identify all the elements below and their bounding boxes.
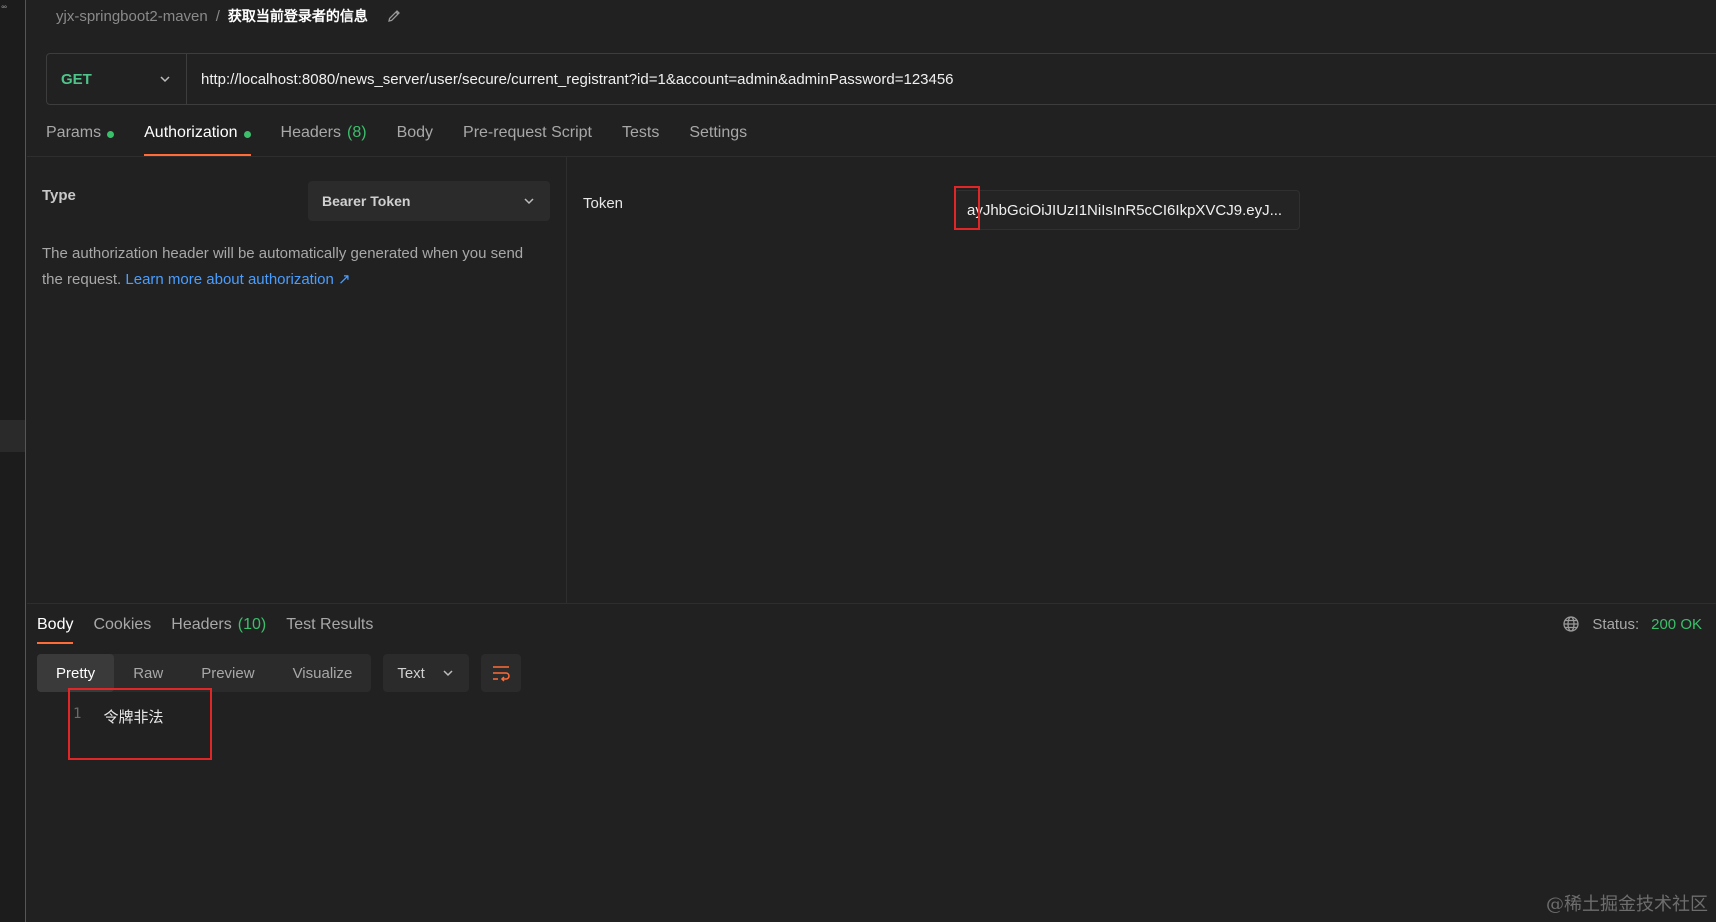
tab-count: (10) [237, 616, 267, 633]
auth-type-panel: Type Bearer Token The authorization head… [27, 157, 567, 603]
tab-label: Body [396, 124, 434, 141]
rail-item[interactable] [0, 420, 25, 452]
url-bar: GET [46, 53, 1716, 105]
view-mode-raw[interactable]: Raw [114, 654, 182, 692]
request-tabs: Params Authorization Headers (8) Body Pr… [46, 118, 747, 156]
view-mode-visualize[interactable]: Visualize [274, 654, 372, 692]
tab-headers[interactable]: Headers (8) [281, 118, 367, 156]
auth-type-label: Type [42, 187, 76, 204]
tab-body[interactable]: Body [397, 118, 433, 156]
auth-type-value: Bearer Token [322, 193, 411, 209]
tab-pre-request-script[interactable]: Pre-request Script [463, 118, 592, 156]
globe-icon[interactable] [1562, 615, 1580, 633]
breadcrumb-request-name[interactable]: 获取当前登录者的信息 [228, 6, 368, 26]
chevron-down-icon [158, 72, 172, 86]
left-rail: °° [0, 0, 26, 922]
chevron-down-icon [441, 666, 455, 680]
url-input[interactable] [187, 54, 1716, 104]
tab-tests[interactable]: Tests [622, 118, 659, 156]
tab-label: Cookies [93, 616, 152, 633]
response-body-text: 令牌非法 [103, 708, 164, 726]
auth-description: The authorization header will be automat… [42, 241, 542, 293]
wrap-lines-icon [490, 662, 512, 684]
tab-label: Headers [171, 616, 232, 633]
tab-response-body[interactable]: Body [37, 612, 74, 644]
tab-label: Test Results [286, 616, 374, 633]
method-select[interactable]: GET [47, 54, 187, 104]
tab-count: (8) [347, 124, 367, 141]
tab-label: Pre-request Script [463, 124, 592, 141]
view-mode-preview[interactable]: Preview [182, 654, 273, 692]
token-label: Token [583, 195, 624, 212]
tab-label: Authorization [144, 124, 238, 141]
response-tabs: Body Cookies Headers (10) Test Results [37, 612, 373, 644]
response-toolbar: Pretty Raw Preview Visualize Text [37, 654, 522, 692]
tab-params[interactable]: Params [46, 118, 115, 156]
breadcrumb-collection[interactable]: yjx-springboot2-maven [56, 8, 208, 25]
learn-more-link[interactable]: Learn more about authorization ↗ [125, 271, 350, 288]
tab-test-results[interactable]: Test Results [286, 612, 373, 644]
tab-response-headers[interactable]: Headers (10) [171, 612, 266, 644]
format-select[interactable]: Text [383, 654, 470, 692]
tab-label: Params [46, 124, 102, 141]
tab-label: Headers [280, 124, 341, 141]
view-mode-group: Pretty Raw Preview Visualize [37, 654, 372, 692]
divider [27, 603, 1716, 604]
breadcrumb: yjx-springboot2-maven / 获取当前登录者的信息 [56, 6, 402, 26]
status-dot-icon [107, 131, 115, 138]
format-value: Text [397, 664, 425, 682]
method-label: GET [61, 70, 92, 88]
breadcrumb-separator: / [215, 7, 220, 25]
status-label: Status: [1592, 615, 1640, 633]
chevron-down-icon [522, 194, 536, 208]
pencil-icon[interactable] [386, 8, 402, 24]
status-value[interactable]: 200 OK [1651, 616, 1702, 633]
wrap-lines-button[interactable] [481, 654, 522, 692]
more-dots-icon[interactable]: °° [1, 4, 7, 14]
tab-label: Body [37, 616, 74, 633]
watermark: @稀土掘金技术社区 [1546, 894, 1708, 915]
line-number: 1 [73, 706, 82, 722]
response-status: Status: 200 OK [1562, 612, 1702, 636]
tab-cookies[interactable]: Cookies [93, 612, 151, 644]
auth-type-select[interactable]: Bearer Token [308, 181, 550, 221]
token-input[interactable] [954, 190, 1300, 230]
view-mode-pretty[interactable]: Pretty [37, 654, 115, 692]
postman-app: °° yjx-springboot2-maven / 获取当前登录者的信息 GE… [0, 0, 1716, 922]
response-body-line: 1 令牌非法 [73, 706, 163, 727]
tab-label: Tests [621, 124, 660, 141]
status-dot-icon [243, 131, 251, 138]
tab-authorization[interactable]: Authorization [144, 118, 251, 156]
tab-label: Settings [689, 124, 748, 141]
tab-settings[interactable]: Settings [689, 118, 747, 156]
